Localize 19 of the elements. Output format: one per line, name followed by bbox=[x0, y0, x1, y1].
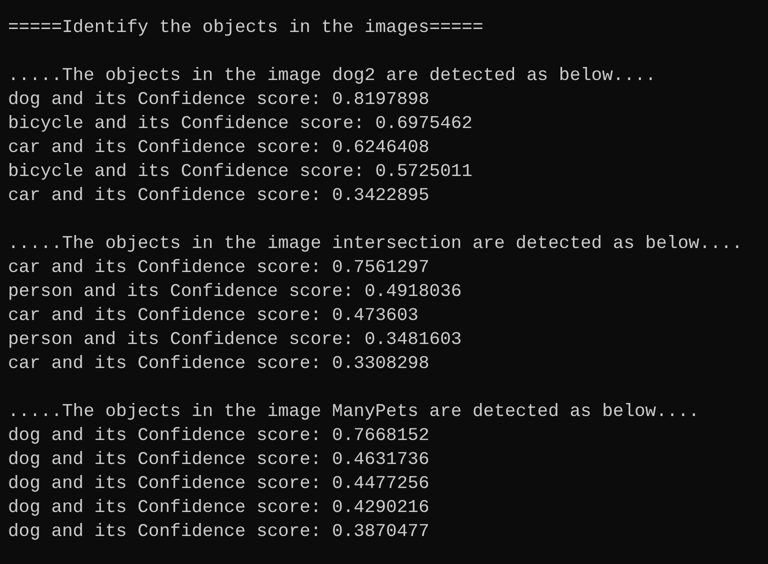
result-line: car and its Confidence score: 0.473603 bbox=[8, 305, 418, 328]
result-line: car and its Confidence score: 0.7561297 bbox=[8, 257, 430, 280]
result-line: dog and its Confidence score: 0.8197898 bbox=[8, 89, 430, 112]
result-line: person and its Confidence score: 0.4918036 bbox=[8, 281, 462, 304]
section-heading: .....The objects in the image ManyPets are detected as below.... bbox=[8, 401, 700, 424]
result-line: bicycle and its Confidence score: 0.6975462 bbox=[8, 113, 472, 136]
result-line: dog and its Confidence score: 0.4477256 bbox=[8, 473, 430, 496]
result-line: dog and its Confidence score: 0.4631736 bbox=[8, 449, 430, 472]
section-heading: .....The objects in the image dog2 are detected as below.... bbox=[8, 65, 656, 88]
result-line: dog and its Confidence score: 0.7668152 bbox=[8, 425, 430, 448]
result-line: dog and its Confidence score: 0.3870477 bbox=[8, 521, 430, 544]
result-line: person and its Confidence score: 0.3481603 bbox=[8, 329, 462, 352]
result-line: car and its Confidence score: 0.3308298 bbox=[8, 353, 430, 376]
section-heading: .....The objects in the image intersection are detected as below.... bbox=[8, 233, 743, 256]
result-line: car and its Confidence score: 0.3422895 bbox=[8, 185, 430, 208]
result-line: dog and its Confidence score: 0.4290216 bbox=[8, 497, 430, 520]
result-line: bicycle and its Confidence score: 0.5725011 bbox=[8, 161, 472, 184]
result-line: car and its Confidence score: 0.6246408 bbox=[8, 137, 430, 160]
console-title: =====Identify the objects in the images===== bbox=[8, 17, 484, 40]
